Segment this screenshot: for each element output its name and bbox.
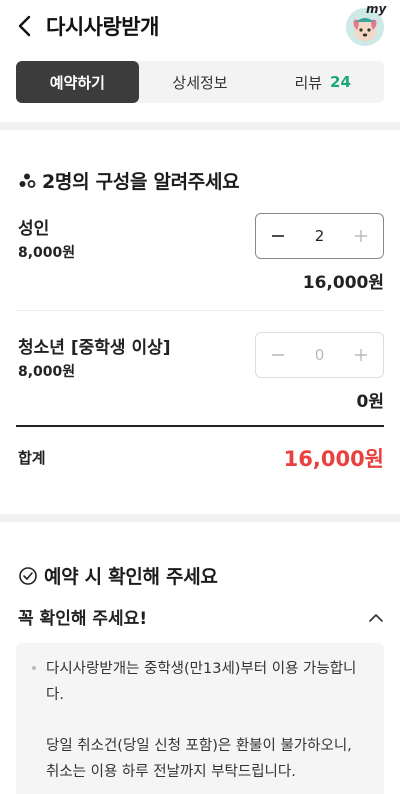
minus-icon[interactable] xyxy=(266,343,290,367)
sum-value: 16,000원 xyxy=(283,447,384,471)
plus-icon[interactable] xyxy=(349,343,373,367)
tab-reservation[interactable]: 예약하기 xyxy=(16,61,139,103)
sum-label: 합계 xyxy=(18,449,46,467)
composition-title-text: 2명의 구성을 알려주세요 xyxy=(42,171,240,193)
avatar[interactable]: my xyxy=(346,2,386,46)
quantity-value: 0 xyxy=(314,346,325,364)
chevron-up-icon[interactable] xyxy=(366,608,386,628)
tab-bar: 예약하기 상세정보 리뷰 24 xyxy=(16,61,384,103)
row-total-youth: 0원 xyxy=(356,392,384,412)
row-label-adult: 성인 xyxy=(18,219,50,239)
tab-reviews[interactable]: 리뷰 24 xyxy=(261,61,384,103)
plus-icon[interactable] xyxy=(349,224,373,248)
quantity-stepper-adult: 2 xyxy=(255,213,384,259)
row-price-youth: 8,000원 xyxy=(18,364,76,380)
tab-label: 상세정보 xyxy=(172,73,228,92)
composition-title: 2명의 구성을 알려주세요 xyxy=(18,167,240,194)
tab-label: 리뷰 xyxy=(294,73,323,92)
row-price-adult: 8,000원 xyxy=(18,245,76,261)
minus-icon[interactable] xyxy=(266,224,290,248)
notice-line: 다. xyxy=(46,687,64,703)
notice-line: 당일 취소건(당일 신청 포함)은 환불이 불가하오니, xyxy=(46,738,352,754)
notice-line: 취소는 이용 하루 전날까지 부탁드립니다. xyxy=(46,764,296,780)
check-circle-icon xyxy=(19,566,37,585)
bullet-dot xyxy=(32,666,36,670)
notice-line: 다시사랑받개는 중학생(만13세)부터 이용 가능합니 xyxy=(46,661,357,677)
page-title: 다시사랑받개 xyxy=(46,15,159,39)
quantity-value: 2 xyxy=(314,227,325,245)
notice-title: 예약 시 확인해 주세요 xyxy=(18,562,218,589)
avatar-my-label: my xyxy=(366,2,387,16)
back-icon[interactable] xyxy=(12,12,40,40)
row-label-youth: 청소년 [중학생 이상] xyxy=(18,338,171,358)
app-header: 다시사랑받개 my xyxy=(0,0,400,54)
notice-title-text: 예약 시 확인해 주세요 xyxy=(44,566,218,588)
quantity-stepper-youth: 0 xyxy=(255,332,384,378)
people-icon xyxy=(19,173,36,188)
row-divider xyxy=(16,310,384,311)
tab-details[interactable]: 상세정보 xyxy=(139,61,262,103)
row-total-adult: 16,000원 xyxy=(302,273,384,293)
notice-subtitle: 꼭 확인해 주세요! xyxy=(18,609,148,629)
section-divider xyxy=(0,122,400,130)
tab-label: 예약하기 xyxy=(49,73,105,92)
sum-divider xyxy=(16,425,384,427)
section-divider xyxy=(0,514,400,522)
review-count: 24 xyxy=(330,73,351,91)
notice-box: 다시사랑받개는 중학생(만13세)부터 이용 가능합니 다. 당일 취소건(당일… xyxy=(16,643,384,794)
